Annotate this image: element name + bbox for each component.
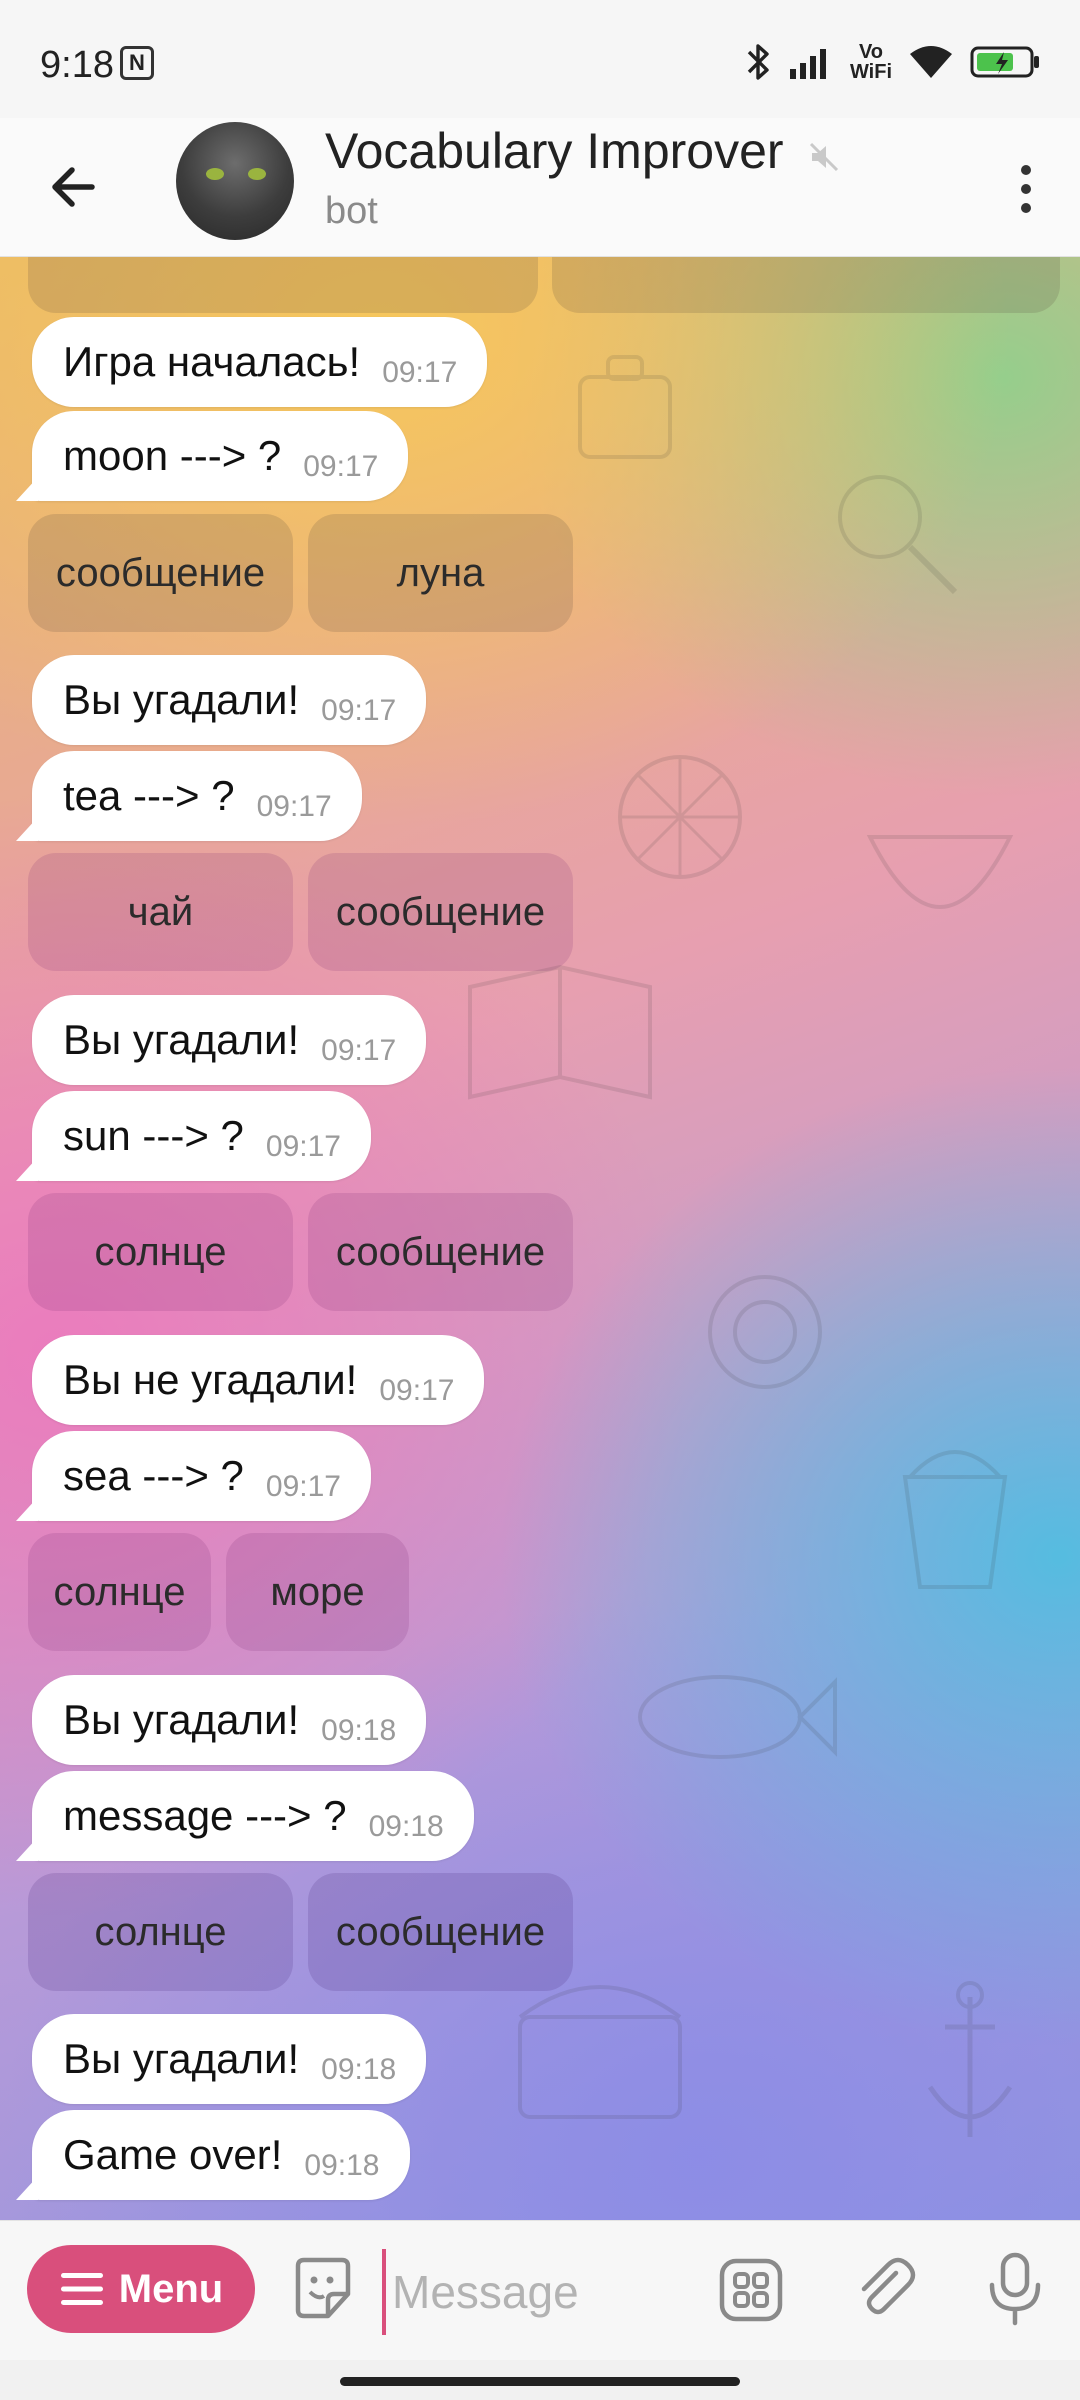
bot-keyboard-button[interactable]: [716, 2255, 786, 2325]
paperclip-icon: [861, 2257, 916, 2315]
message-bubble[interactable]: Вы не угадали! 09:17: [32, 1335, 485, 1425]
inline-keyboard-button[interactable]: сообщение: [308, 1873, 573, 1991]
message-text: Игра началась!: [63, 338, 361, 385]
message-bubble[interactable]: message ---> ? 09:18: [32, 1771, 474, 1861]
doodle-magnifier-icon: [838, 475, 958, 595]
avatar-eye: [206, 168, 224, 180]
wifi-icon: [908, 44, 954, 80]
home-gesture-handle[interactable]: [340, 2377, 740, 2386]
message-bubble[interactable]: Вы угадали! 09:17: [32, 655, 427, 745]
more-vert-icon: [1021, 165, 1031, 213]
bluetooth-icon: [746, 42, 772, 82]
message-text: sun ---> ?: [63, 1112, 244, 1159]
message-bubble[interactable]: sun ---> ? 09:17: [32, 1091, 371, 1181]
status-time: 9:18: [40, 44, 114, 86]
signal-icon: [788, 45, 834, 79]
message-bubble[interactable]: sea ---> ? 09:17: [32, 1431, 371, 1521]
inline-keyboard-button[interactable]: сообщение: [308, 853, 573, 971]
message-time: 09:18: [368, 1810, 444, 1843]
message-text: Вы угадали!: [63, 1696, 300, 1743]
system-navigation-bar: [0, 2360, 1080, 2400]
chat-subtitle: bot: [325, 190, 378, 232]
message-time: 09:18: [321, 1714, 397, 1747]
attach-button[interactable]: [850, 2253, 920, 2323]
vowifi-line2: WiFi: [849, 61, 892, 83]
back-arrow-icon: [52, 167, 95, 207]
inline-keyboard-button[interactable]: солнце: [28, 1193, 293, 1311]
menu-icon: [60, 2273, 103, 2305]
message-text: message ---> ?: [63, 1792, 347, 1839]
message-text: Вы угадали!: [63, 1016, 300, 1063]
message-time: 09:17: [321, 694, 397, 727]
more-options-button[interactable]: [1006, 154, 1046, 224]
vowifi-line1: Vo: [858, 41, 884, 63]
bot-menu-button[interactable]: Menu: [27, 2245, 255, 2333]
back-button[interactable]: [40, 152, 110, 222]
doodle-bucket-icon: [902, 1450, 1008, 1589]
nfc-icon: N: [120, 46, 154, 80]
microphone-icon: [989, 2252, 1041, 2326]
message-time: 09:17: [265, 1130, 341, 1163]
message-time: 09:17: [303, 450, 379, 483]
doodle-book-icon: [468, 964, 652, 1100]
doodle-anchor-icon: [927, 1981, 1013, 2137]
sticker-icon: [295, 2257, 351, 2319]
vowifi-icon: Vo WiFi: [850, 42, 892, 82]
message-bubble[interactable]: Game over! 09:18: [32, 2110, 410, 2200]
status-bar: 9:18 N Vo WiFi: [0, 0, 1080, 118]
inline-keyboard-button-cutoff[interactable]: [28, 257, 538, 313]
message-text: sea ---> ?: [63, 1452, 244, 1499]
chat-header: Vocabulary Improver bot: [0, 118, 1080, 257]
message-time: 09:17: [321, 1034, 397, 1067]
menu-button-label: Menu: [118, 2266, 224, 2311]
message-text: tea ---> ?: [63, 772, 235, 819]
message-text: Game over!: [63, 2131, 283, 2178]
message-time: 09:17: [382, 356, 458, 389]
inline-keyboard-button[interactable]: сообщение: [308, 1193, 573, 1311]
inline-keyboard-button[interactable]: чай: [28, 853, 293, 971]
message-text: moon ---> ?: [63, 432, 282, 479]
message-text: Вы угадали!: [63, 2035, 300, 2082]
inline-keyboard-button[interactable]: солнце: [28, 1873, 293, 1991]
message-bubble[interactable]: Игра началась! 09:17: [32, 317, 488, 407]
muted-icon: [809, 126, 839, 184]
emoji-sticker-button[interactable]: [288, 2254, 358, 2324]
message-time: 09:17: [265, 1470, 341, 1503]
doodle-fish-icon: [638, 1675, 837, 1759]
voice-message-button[interactable]: [980, 2251, 1050, 2327]
message-time: 09:17: [256, 790, 332, 823]
message-bubble[interactable]: Вы угадали! 09:18: [32, 2014, 427, 2104]
inline-keyboard-button[interactable]: сообщение: [28, 514, 293, 632]
message-bubble[interactable]: Вы угадали! 09:18: [32, 1675, 427, 1765]
message-input[interactable]: [382, 2249, 694, 2335]
keyboard-grid-icon: [719, 2258, 783, 2322]
battery-icon: [970, 44, 1040, 80]
message-bubble[interactable]: Вы угадали! 09:17: [32, 995, 427, 1085]
status-icons: Vo WiFi: [746, 40, 1040, 84]
chat-area[interactable]: Игра началась! 09:17 moon ---> ? 09:17 с…: [0, 257, 1080, 2220]
doodle-suitcase-icon: [578, 355, 672, 459]
inline-keyboard-button[interactable]: луна: [308, 514, 573, 632]
message-time: 09:18: [304, 2149, 380, 2182]
message-text: Вы не угадали!: [63, 1356, 358, 1403]
doodle-orange-icon: [618, 755, 742, 879]
chat-title-text: Vocabulary Improver: [325, 123, 784, 179]
message-bubble[interactable]: moon ---> ? 09:17: [32, 411, 409, 501]
message-input-bar: Menu: [0, 2220, 1080, 2361]
doodle-watermelon-icon: [866, 835, 1014, 909]
message-time: 09:18: [321, 2053, 397, 2086]
avatar-eye: [248, 168, 266, 180]
message-bubble[interactable]: tea ---> ? 09:17: [32, 751, 362, 841]
avatar[interactable]: [176, 122, 294, 240]
inline-keyboard-button[interactable]: море: [226, 1533, 409, 1651]
doodle-shell-icon: [708, 1275, 822, 1389]
chat-title[interactable]: Vocabulary Improver: [325, 122, 839, 184]
inline-keyboard-button-cutoff[interactable]: [552, 257, 1060, 313]
message-text: Вы угадали!: [63, 676, 300, 723]
message-time: 09:17: [379, 1374, 455, 1407]
inline-keyboard-button[interactable]: солнце: [28, 1533, 211, 1651]
